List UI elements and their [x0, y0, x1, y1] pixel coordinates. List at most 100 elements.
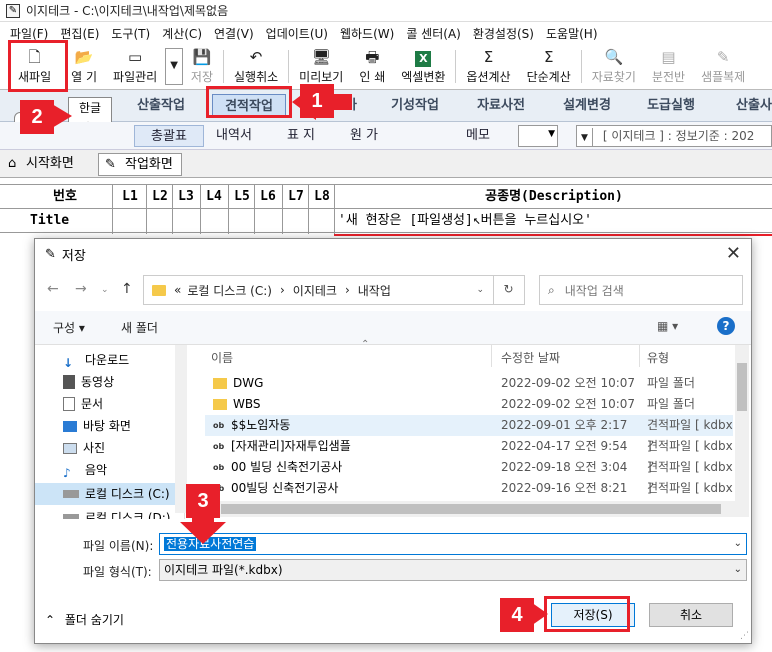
list-item[interactable]: ob [자재관리]자재투입샘플 2022-04-17 오전 9:54 견적파일 [… [205, 436, 733, 474]
tab-dictionary[interactable]: 자료사전 [468, 94, 534, 118]
option-calc-button[interactable]: Σ 옵션계산 [458, 44, 518, 89]
menu-callcenter[interactable]: 콜 센터(A) [400, 25, 467, 42]
filename-input[interactable]: 전용자료사전연습 ⌄ [159, 533, 747, 555]
document-tabs: ⌂ 시작화면 ✎ 작업화면 [0, 150, 772, 178]
nav-local-disk-d[interactable]: 로컬 디스크 (D:) [63, 507, 184, 519]
open-button[interactable]: 📂 열 기 [63, 44, 105, 89]
print-button[interactable]: 🖶 인 쇄 [351, 44, 393, 89]
chevron-down-icon: ▼ [548, 129, 555, 139]
sample-copy-button[interactable]: ✎ 샘플복제 [693, 44, 753, 89]
search-input[interactable]: ⌕ 내작업 검색 [539, 275, 743, 305]
dialog-title: 저장 [61, 248, 86, 264]
subtab-cover[interactable]: 표 지 [276, 125, 326, 147]
step-badge-1: 1 [300, 84, 334, 118]
menu-edit[interactable]: 편집(E) [54, 25, 105, 42]
list-item[interactable]: DWG 2022-09-02 오전 10:07 파일 폴더 [205, 373, 733, 394]
app-title-bar: ✎ 이지테크 - C:\이지테크\내작업\제목없음 [0, 0, 772, 22]
tab-work-screen[interactable]: ✎ 작업화면 [98, 153, 182, 176]
subtab-summary[interactable]: 총괄표 [134, 125, 204, 147]
tab-design-change[interactable]: 설계변경 [552, 94, 622, 118]
nav-local-disk-c[interactable]: 로컬 디스크 (C:) [35, 483, 184, 505]
menu-calc[interactable]: 계산(C) [156, 25, 208, 42]
breadcrumb-folder2[interactable]: 내작업 [358, 282, 391, 299]
simple-calc-button[interactable]: Σ 단순계산 [519, 44, 579, 89]
subtab-memo[interactable]: 메모 [458, 125, 498, 147]
path-box[interactable]: « 로컬 디스크 (C:) › 이지테크 › 내작업 ⌄ [143, 275, 525, 305]
file-list-vertical-scrollbar[interactable] [735, 345, 749, 501]
tab-contract[interactable]: 도급실행 [636, 94, 706, 118]
nav-videos[interactable]: 동영상 [63, 371, 184, 393]
filetype-select[interactable]: 이지테크 파일(*.kdbx) ⌄ [159, 559, 747, 581]
menu-webhard[interactable]: 웹하드(W) [334, 25, 400, 42]
tab-start-screen[interactable]: ⌂ 시작화면 [4, 153, 82, 176]
menu-help[interactable]: 도움말(H) [540, 25, 604, 42]
dialog-icon: ✎ [45, 246, 56, 262]
hangul-option[interactable]: 한글 [69, 98, 111, 118]
file-manage-dropdown[interactable]: ▼ [165, 48, 183, 85]
chevron-down-icon[interactable]: ⌄ [476, 285, 484, 295]
menu-settings[interactable]: 환경설정(S) [467, 25, 540, 42]
organize-button[interactable]: 구성 ▾ [53, 319, 85, 336]
close-icon[interactable]: ✕ [726, 243, 741, 264]
new-folder-button[interactable]: 새 폴더 [121, 319, 158, 336]
nav-documents[interactable]: 문서 [63, 393, 184, 415]
view-options-icon[interactable]: ▦ ▾ [657, 319, 678, 333]
undo-button[interactable]: ↶ 실행취소 [226, 44, 286, 89]
nav-downloads[interactable]: ↓ 다운로드 [63, 349, 184, 371]
scroll-thumb[interactable] [221, 504, 721, 514]
folder-icon [213, 399, 227, 410]
list-item[interactable]: ob 00 빌딩 신축전기공사 2022-09-18 오전 3:04 견적파일 [… [205, 457, 733, 495]
back-icon[interactable]: ← [47, 281, 59, 297]
app-title: 이지테크 - C:\이지테크\내작업\제목없음 [26, 4, 229, 18]
subtab-detail[interactable]: 내역서 [206, 125, 262, 147]
hide-folders-button[interactable]: ⌃ 폴더 숨기기 [45, 611, 124, 628]
sub-tabs-bar: 총괄표 내역서 표 지 원 가 메모 ▼ ▼ [ 이지테크 ] : 정보기준 :… [0, 122, 772, 150]
nav-desktop[interactable]: 바탕 화면 [63, 415, 184, 437]
subtab-cost[interactable]: 원 가 [344, 125, 384, 147]
forward-icon[interactable]: → [75, 281, 87, 297]
menu-link[interactable]: 연결(V) [208, 25, 260, 42]
resize-grip-icon[interactable]: ⋰ [740, 631, 749, 641]
monitor-icon: 🖥 [311, 48, 331, 66]
find-data-button[interactable]: 🔍 자료찾기 [584, 44, 644, 89]
column-name[interactable]: 이름 [211, 349, 233, 366]
color-picker[interactable]: ▼ [518, 125, 558, 147]
column-date[interactable]: 수정한 날짜 [501, 349, 560, 366]
breadcrumb-drive[interactable]: 로컬 디스크 (C:) [187, 282, 272, 299]
column-divider [639, 345, 640, 367]
save-toolbar-button[interactable]: 💾 저장 [183, 44, 221, 89]
chevron-down-icon[interactable]: ⌄ [101, 285, 109, 295]
row-title-cell[interactable]: Title [30, 210, 110, 232]
filename-label: 파일 이름(N): [83, 539, 154, 553]
list-item[interactable]: ob00빌딩 신축전기공사 2022-09-16 오전 8:21 견적파일 [ … [205, 478, 733, 516]
up-icon[interactable]: ↑ [121, 281, 133, 297]
file-manage-button[interactable]: ▭ 파일관리 [105, 44, 165, 89]
tab-progress[interactable]: 기성작업 [382, 94, 448, 118]
help-icon[interactable]: ? [717, 317, 735, 335]
nav-pictures[interactable]: 사진 [63, 437, 184, 459]
cancel-button[interactable]: 취소 [649, 603, 733, 627]
tab-calc-2[interactable]: 산출사 [724, 94, 772, 118]
chevron-down-icon: ▼ [577, 128, 593, 146]
file-manage-icon: ▭ [128, 48, 143, 66]
panel-button[interactable]: ▤ 분전반 [644, 44, 693, 89]
preview-button[interactable]: 🖥 미리보기 [291, 44, 351, 89]
list-item[interactable]: ob $$노임자동 2022-09-01 오후 2:17 견적파일 [ kdbx … [205, 415, 733, 453]
nav-music[interactable]: ♪ 음악 [63, 459, 184, 481]
refresh-icon[interactable]: ↻ [493, 275, 523, 305]
menu-file[interactable]: 파일(F) [4, 25, 54, 42]
menu-tools[interactable]: 도구(T) [105, 25, 156, 42]
column-type[interactable]: 유형 [647, 349, 669, 366]
excel-button[interactable]: X 엑셀변환 [393, 44, 453, 89]
menu-update[interactable]: 업데이트(U) [260, 25, 334, 42]
tab-calc[interactable]: 산출작업 [128, 94, 194, 118]
filetype-label: 파일 형식(T): [83, 565, 152, 579]
file-list-horizontal-scrollbar[interactable] [205, 501, 749, 517]
document-icon: ✎ [105, 157, 116, 172]
breadcrumb-folder1[interactable]: 이지테크 [293, 282, 337, 299]
scroll-thumb[interactable] [737, 363, 747, 411]
info-dropdown[interactable]: ▼ [ 이지테크 ] : 정보기준 : 202 [576, 125, 772, 147]
chevron-down-icon[interactable]: ⌄ [734, 534, 742, 554]
list-item[interactable]: WBS 2022-09-02 오전 10:07 파일 폴더 [205, 394, 733, 415]
row-description-cell[interactable]: '새 현장은 [파일생성]↖버튼을 누르십시오' [338, 210, 772, 232]
